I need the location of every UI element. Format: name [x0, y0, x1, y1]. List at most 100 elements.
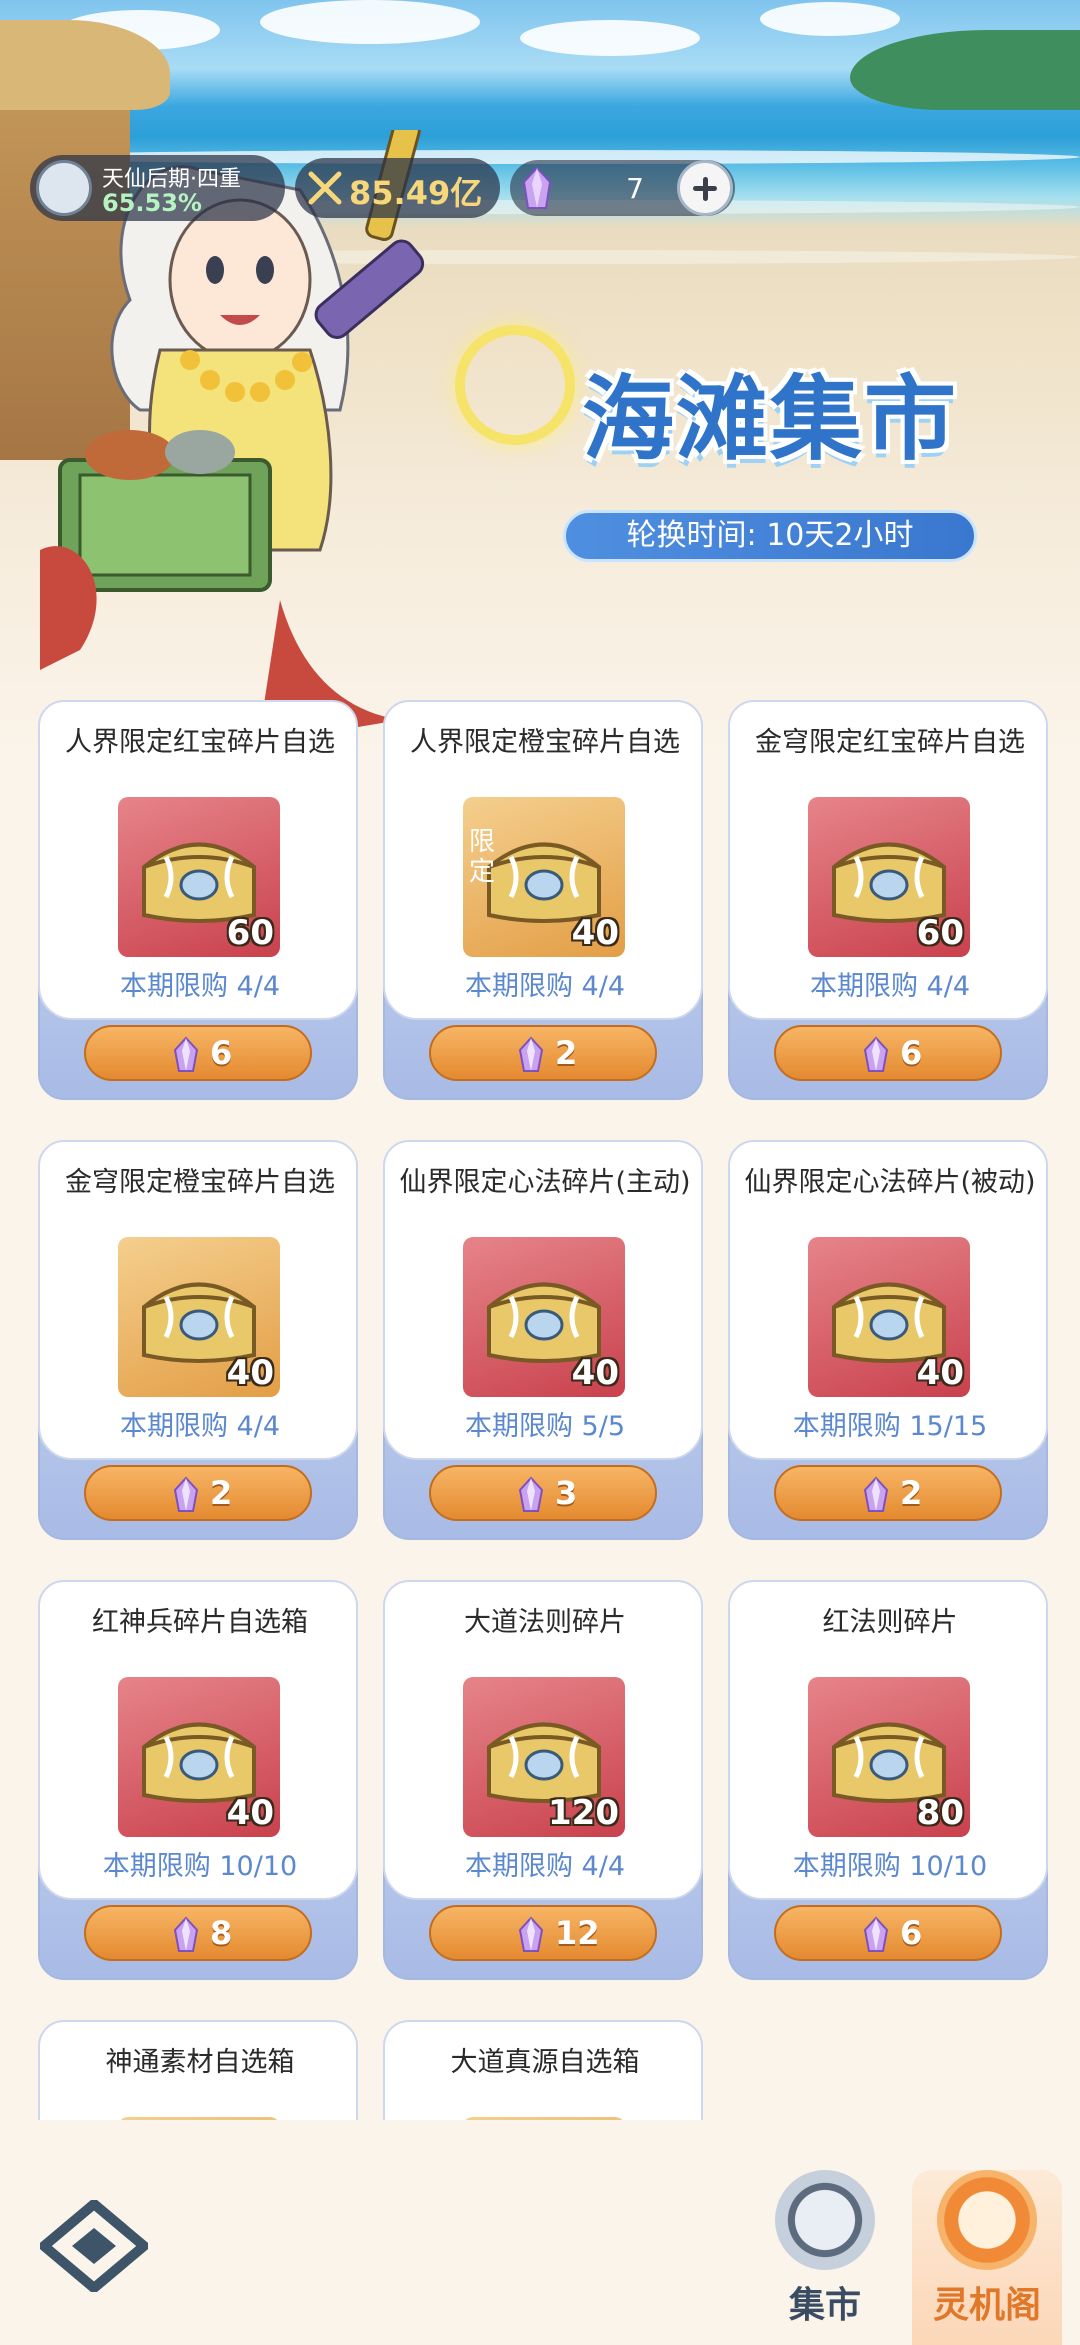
add-gem-button[interactable]: [677, 160, 733, 216]
shop-item-card[interactable]: 红法则碎片 80 本期限购 10/10 6: [728, 1580, 1048, 1980]
diamond-menu-icon[interactable]: [40, 2200, 148, 2292]
purple-crystal-icon: [863, 1036, 889, 1072]
market-icon: [775, 2170, 875, 2270]
item-quantity: 120: [548, 1793, 619, 1833]
item-icon[interactable]: [463, 2117, 625, 2120]
card-body: 人界限定橙宝碎片自选限定 40 本期限购 4/4: [383, 700, 703, 1020]
purchase-limit: 本期限购 4/4: [464, 971, 626, 1002]
shop-item-card[interactable]: 红神兵碎片自选箱 40 本期限购 10/10 8: [38, 1580, 358, 1980]
item-name: 金穹限定红宝碎片自选: [755, 727, 1025, 758]
buy-button[interactable]: 2: [429, 1025, 657, 1081]
status-bar: 天仙后期·四重 65.53% 85.49亿 7: [30, 155, 735, 221]
purchase-limit: 本期限购 4/4: [464, 1851, 626, 1882]
treasure-chest-icon: [832, 1282, 946, 1363]
bottom-nav: 集市 灵机阁: [0, 2120, 1080, 2345]
rotation-timer: 轮换时间: 10天2小时: [563, 510, 977, 562]
item-quantity: 40: [571, 913, 619, 953]
banner: 天仙后期·四重 65.53% 85.49亿 7 海滩集市 轮换时间: 10天2小…: [0, 0, 1080, 760]
gem-count: 7: [626, 172, 644, 205]
item-icon[interactable]: 80: [808, 1677, 970, 1837]
purple-crystal-icon: [522, 166, 552, 209]
item-icon[interactable]: 40: [463, 1237, 625, 1397]
price: 2: [555, 1034, 578, 1072]
item-icon[interactable]: 60: [808, 797, 970, 957]
item-icon[interactable]: 120: [463, 1677, 625, 1837]
realm-avatar-icon: [36, 160, 92, 216]
purchase-limit: 本期限购 4/4: [809, 971, 971, 1002]
item-quantity: 40: [571, 1353, 619, 1393]
item-icon[interactable]: 40: [118, 1237, 280, 1397]
purchase-limit: 本期限购 15/15: [792, 1411, 988, 1442]
realm-badge[interactable]: 天仙后期·四重 65.53%: [30, 155, 285, 221]
card-body: 红法则碎片 80 本期限购 10/10: [728, 1580, 1048, 1900]
purchase-limit: 本期限购 10/10: [102, 1851, 298, 1882]
combat-power-value: 85.49亿: [349, 174, 483, 212]
purple-crystal-icon: [173, 1036, 199, 1072]
tab-market-label: 集市: [788, 2285, 861, 2326]
item-quantity: 40: [226, 1793, 274, 1833]
price: 6: [900, 1034, 923, 1072]
shop-item-card[interactable]: 仙界限定心法碎片(主动) 40 本期限购 5/5 3: [383, 1140, 703, 1540]
item-name: 金穹限定橙宝碎片自选: [65, 1167, 335, 1198]
item-quantity: 40: [916, 1353, 964, 1393]
treasure-chest-icon: [142, 1722, 256, 1803]
pavilion-icon: [937, 2170, 1037, 2270]
card-body: 金穹限定橙宝碎片自选 40 本期限购 4/4: [38, 1140, 358, 1460]
item-icon[interactable]: 40: [118, 1677, 280, 1837]
item-icon[interactable]: 40: [808, 1237, 970, 1397]
item-name: 大道真源自选箱: [450, 2047, 640, 2078]
buy-button[interactable]: 2: [774, 1465, 1002, 1521]
shop-item-card[interactable]: 人界限定红宝碎片自选 60 本期限购 4/4 6: [38, 700, 358, 1100]
item-quantity: 80: [916, 1793, 964, 1833]
purple-crystal-icon: [173, 1916, 199, 1952]
purchase-limit: 本期限购 4/4: [119, 1411, 281, 1442]
item-icon[interactable]: 60: [118, 797, 280, 957]
buy-button[interactable]: 12: [429, 1905, 657, 1961]
rotation-label: 轮换时间:: [626, 518, 757, 553]
item-name: 人界限定橙宝碎片自选: [410, 727, 680, 758]
gem-currency: 7: [510, 160, 735, 216]
price: 12: [555, 1914, 600, 1952]
page-title: 海滩集市: [582, 366, 959, 473]
item-icon[interactable]: 限定 40: [463, 797, 625, 957]
buy-button[interactable]: 6: [774, 1025, 1002, 1081]
item-name: 红法则碎片: [822, 1607, 958, 1638]
shop-item-card[interactable]: 金穹限定橙宝碎片自选 40 本期限购 4/4 2: [38, 1140, 358, 1540]
treasure-chest-icon: [142, 842, 256, 923]
card-body: 仙界限定心法碎片(被动) 40 本期限购 15/15: [728, 1140, 1048, 1460]
item-name: 仙界限定心法碎片(被动): [744, 1167, 1036, 1198]
limited-tag: 限定: [469, 827, 496, 887]
price: 6: [210, 1034, 233, 1072]
buy-button[interactable]: 2: [84, 1465, 312, 1521]
buy-button[interactable]: 8: [84, 1905, 312, 1961]
sun-ring-icon: [455, 325, 575, 445]
price: 6: [900, 1914, 923, 1952]
shop-item-card[interactable]: 金穹限定红宝碎片自选 60 本期限购 4/4 6: [728, 700, 1048, 1100]
shop-item-card[interactable]: 人界限定橙宝碎片自选限定 40 本期限购 4/4 2: [383, 700, 703, 1100]
item-icon[interactable]: [118, 2117, 280, 2120]
item-quantity: 60: [916, 913, 964, 953]
card-body: 人界限定红宝碎片自选 60 本期限购 4/4: [38, 700, 358, 1020]
treasure-chest-icon: [832, 842, 946, 923]
purple-crystal-icon: [518, 1476, 544, 1512]
shop-item-card[interactable]: 神通素材自选箱: [38, 2020, 358, 2120]
card-body: 大道法则碎片 120 本期限购 4/4: [383, 1580, 703, 1900]
tab-market[interactable]: 集市: [750, 2170, 900, 2345]
shop-item-card[interactable]: 大道真源自选箱: [383, 2020, 703, 2120]
tab-pavilion[interactable]: 灵机阁: [912, 2170, 1062, 2345]
tab-pavilion-label: 灵机阁: [932, 2285, 1041, 2326]
card-body: 仙界限定心法碎片(主动) 40 本期限购 5/5: [383, 1140, 703, 1460]
treasure-chest-icon: [487, 842, 601, 923]
purple-crystal-icon: [863, 1476, 889, 1512]
realm-progress: 65.53%: [102, 189, 202, 217]
shop-item-card[interactable]: 仙界限定心法碎片(被动) 40 本期限购 15/15 2: [728, 1140, 1048, 1540]
item-name: 神通素材自选箱: [105, 2047, 295, 2078]
buy-button[interactable]: 6: [84, 1025, 312, 1081]
purchase-limit: 本期限购 10/10: [792, 1851, 988, 1882]
shop-item-card[interactable]: 大道法则碎片 120 本期限购 4/4 12: [383, 1580, 703, 1980]
purple-crystal-icon: [173, 1476, 199, 1512]
price: 2: [210, 1474, 233, 1512]
buy-button[interactable]: 6: [774, 1905, 1002, 1961]
buy-button[interactable]: 3: [429, 1465, 657, 1521]
crossed-swords-icon: [308, 171, 342, 205]
